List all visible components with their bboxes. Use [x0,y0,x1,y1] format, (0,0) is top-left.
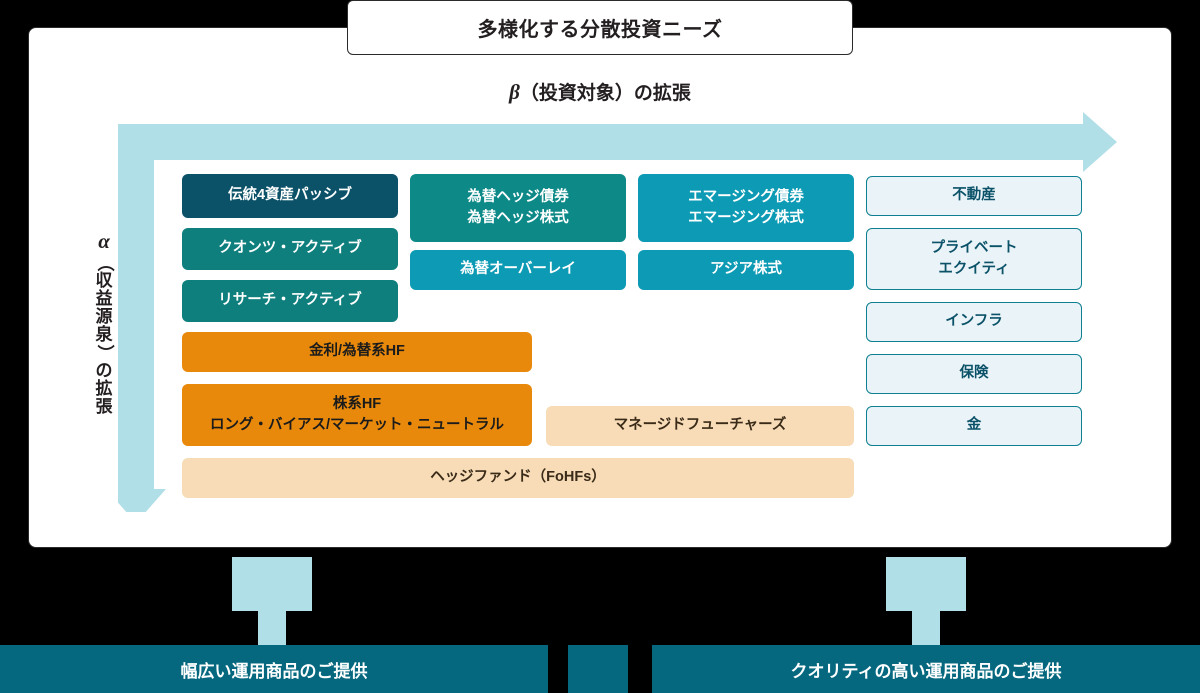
alpha-glyph: α [98,229,110,253]
box-fohfs-label: ヘッジファンド（FoHFs） [430,469,606,486]
alpha-axis-label: α （ 収 益 源 泉 ） の 拡 張 [88,228,120,416]
bottom-bar-left[interactable]: 幅広い運用商品のご提供 [0,645,548,693]
box-real-estate-label: 不動産 [952,187,996,204]
box-quants-active[interactable]: クオンツ・アクティブ [182,228,398,270]
beta-axis-label: β（投資対象）の拡張 [0,78,1200,105]
box-rates-fx-hf-label: 金利/為替系HF [309,343,405,360]
alpha-char-2: 益 [95,289,113,309]
box-private-equity[interactable]: プライベート エクイティ [866,228,1082,290]
box-infra-label: インフラ [945,313,1003,330]
bottom-bar-spacer [568,645,628,693]
box-equity-hf-line1: 株系HF [332,395,382,412]
box-fx-hedge[interactable]: 為替ヘッジ債券 為替ヘッジ株式 [410,174,626,242]
box-trad4[interactable]: 伝統4資産パッシブ [182,174,398,218]
alpha-char-5: ） [95,344,115,362]
box-emerging-line2: エマージング株式 [688,210,804,226]
alpha-char-7: 拡 [95,379,113,399]
left-connector [232,557,312,645]
box-rates-fx-hf[interactable]: 金利/為替系HF [182,332,532,372]
box-research-active-label: リサーチ・アクティブ [218,292,362,309]
box-fx-overlay-label: 為替オーバーレイ [460,261,576,278]
box-insurance-label: 保険 [959,365,989,382]
alpha-char-6: の [95,361,113,381]
box-fx-overlay[interactable]: 為替オーバーレイ [410,250,626,290]
alpha-char-3: 源 [95,307,113,327]
box-managed-futures-label: マネージドフューチャーズ [613,417,787,434]
bottom-bar-left-label: 幅広い運用商品のご提供 [180,661,368,681]
box-fohfs[interactable]: ヘッジファンド（FoHFs） [182,458,854,498]
box-emerging-line1: エマージング債券 [688,188,804,205]
box-equity-hf-line2: ロング・バイアス/マーケット・ニュートラル [209,417,505,433]
box-private-equity-line2: エクイティ [938,261,1010,277]
box-emerging[interactable]: エマージング債券 エマージング株式 [638,174,854,242]
box-trad4-label: 伝統4資産パッシブ [227,187,353,204]
box-gold-label: 金 [966,417,982,434]
box-research-active[interactable]: リサーチ・アクティブ [182,280,398,322]
alpha-char-4: 泉 [95,325,113,345]
left-connector-shape [232,557,312,645]
alpha-char-1: 収 [95,271,113,291]
box-asia-equity-label: アジア株式 [710,261,782,278]
bottom-bar-right[interactable]: クオリティの高い運用商品のご提供 [652,645,1200,693]
right-connector [886,557,966,645]
beta-glyph: β [509,80,520,104]
box-managed-futures[interactable]: マネージドフューチャーズ [546,406,854,446]
box-equity-hf[interactable]: 株系HF ロング・バイアス/マーケット・ニュートラル [182,384,532,446]
bottom-bar-right-label: クオリティの高い運用商品のご提供 [790,661,1062,681]
box-fx-hedge-line1: 為替ヘッジ債券 [467,188,569,205]
box-insurance[interactable]: 保険 [866,354,1082,394]
box-fx-hedge-line2: 為替ヘッジ株式 [467,210,569,226]
box-asia-equity[interactable]: アジア株式 [638,250,854,290]
box-infra[interactable]: インフラ [866,302,1082,342]
box-private-equity-line1: プライベート [930,239,1018,256]
box-quants-active-label: クオンツ・アクティブ [218,240,362,257]
alpha-char-0: （ [95,254,115,272]
alpha-char-8: 張 [95,397,113,417]
box-gold[interactable]: 金 [866,406,1082,446]
right-connector-shape [886,557,966,645]
beta-axis-text: （投資対象）の拡張 [519,83,691,104]
box-real-estate[interactable]: 不動産 [866,176,1082,216]
diagram-title-box: 多様化する分散投資ニーズ [347,0,853,55]
page-title: 多様化する分散投資ニーズ [477,19,723,41]
